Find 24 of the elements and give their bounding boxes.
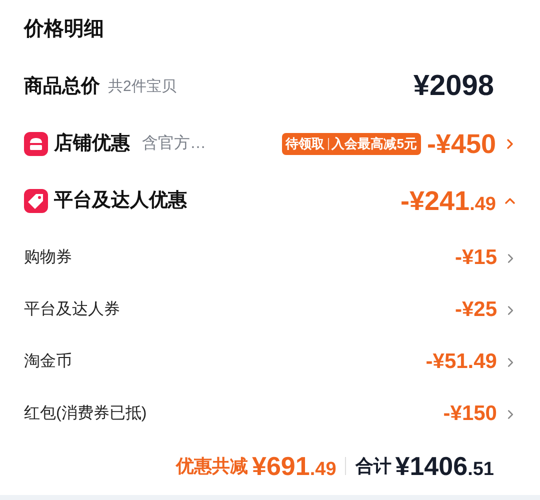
section-label: 平台及达人优惠 [54,188,187,213]
item-count: 共2件宝贝 [108,76,176,97]
discount-amount: -¥150 [443,401,497,428]
tag-icon [24,189,48,213]
section-amount: -¥241.49 [400,184,496,218]
discount-amount: -¥25 [454,297,497,324]
panel-title: 价格明细 [24,17,105,42]
store-icon [24,132,48,156]
section-amount: -¥450 [426,128,496,161]
discount-label: 购物券 [24,248,72,268]
discount-total: ¥691.49 [252,450,336,482]
section-note: 含官方… [142,134,206,154]
discount-amount: -¥15 [454,245,497,272]
discount-total-label: 优惠共减 [176,454,248,478]
subtotal-label: 商品总价 [24,74,100,99]
discount-amount: -¥51.49 [426,349,497,376]
subtotal-amount: ¥2098 [413,69,494,104]
promo-badge[interactable]: 待领取 入会最高减5元 [282,133,421,155]
discount-label: 淘金币 [24,352,72,372]
total-label: 合计 [355,454,392,478]
discount-label: 平台及达人券 [24,300,120,320]
section-label: 店铺优惠 [54,132,130,156]
discount-label: 红包(消费券已抵) [24,404,147,424]
total-amount: ¥1406.51 [395,450,494,482]
